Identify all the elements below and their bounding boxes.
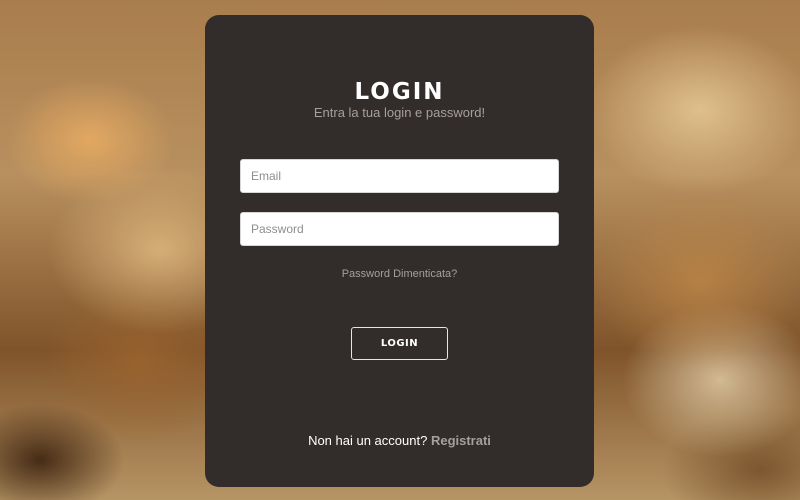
- login-button[interactable]: LOGIN: [351, 327, 448, 360]
- email-field[interactable]: [240, 159, 559, 193]
- signup-prompt-text: Non hai un account?: [308, 433, 428, 448]
- signup-prompt: Non hai un account? Registrati: [205, 433, 594, 448]
- forgot-password-link[interactable]: Password Dimenticata?: [205, 268, 594, 280]
- login-card: LOGIN Entra la tua login e password! Pas…: [205, 15, 594, 487]
- register-link[interactable]: Registrati: [431, 433, 491, 448]
- login-subtitle: Entra la tua login e password!: [313, 105, 486, 120]
- login-title: LOGIN: [354, 79, 445, 105]
- password-field[interactable]: [240, 212, 559, 246]
